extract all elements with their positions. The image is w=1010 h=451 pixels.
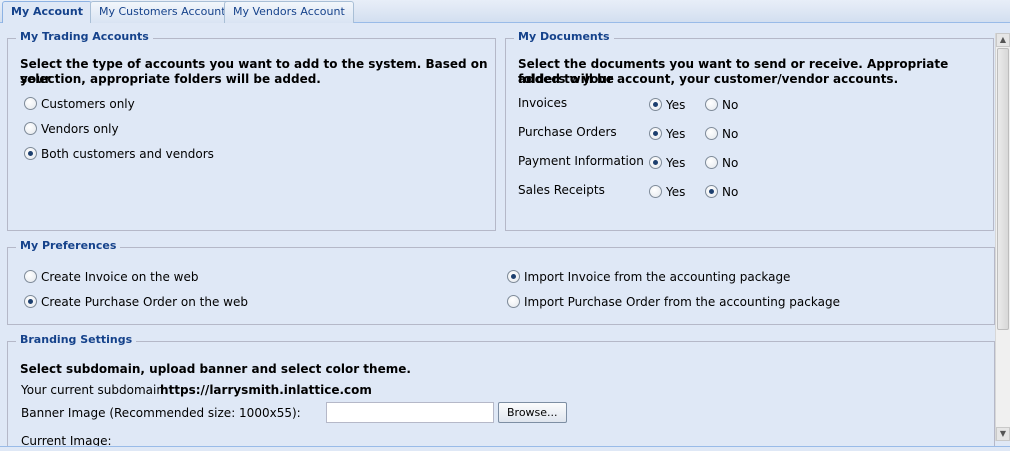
payment-information-no-radio[interactable] — [705, 156, 718, 169]
invoices-label: Invoices — [518, 96, 568, 110]
branding-desc: Select subdomain, upload banner and sele… — [20, 362, 411, 376]
invoices-no-radio[interactable] — [705, 98, 718, 111]
invoices-no-label[interactable]: No — [722, 98, 738, 112]
vendors-only-label[interactable]: Vendors only — [41, 122, 119, 136]
branding-fieldset: Branding Settings Select subdomain, uplo… — [7, 333, 995, 451]
import-invoice-label[interactable]: Import Invoice from the accounting packa… — [524, 270, 790, 284]
create-invoice-web-radio[interactable] — [24, 270, 37, 283]
sales-receipts-no-label[interactable]: No — [722, 185, 738, 199]
create-po-web-radio[interactable] — [24, 295, 37, 308]
vertical-scrollbar[interactable]: ▲ ▼ — [995, 33, 1010, 441]
tab-my-account[interactable]: My Account — [2, 1, 92, 24]
tab-my-vendors-account[interactable]: My Vendors Account — [224, 1, 354, 23]
vendors-only-radio[interactable] — [24, 122, 37, 135]
import-po-radio[interactable] — [507, 295, 520, 308]
trading-accounts-legend: My Trading Accounts — [16, 30, 153, 43]
scrollbar-thumb[interactable] — [997, 48, 1009, 330]
purchase-orders-label: Purchase Orders — [518, 125, 617, 139]
trading-accounts-fieldset: My Trading Accounts Select the type of a… — [7, 30, 496, 231]
documents-legend: My Documents — [514, 30, 614, 43]
customers-only-radio[interactable] — [24, 97, 37, 110]
payment-information-yes-label[interactable]: Yes — [666, 156, 685, 170]
both-customers-vendors-label[interactable]: Both customers and vendors — [41, 147, 214, 161]
purchase-orders-no-label[interactable]: No — [722, 127, 738, 141]
sales-receipts-label: Sales Receipts — [518, 183, 605, 197]
payment-information-no-label[interactable]: No — [722, 156, 738, 170]
subdomain-value: https://larrysmith.inlattice.com — [160, 383, 372, 397]
tab-my-customers-account[interactable]: My Customers Account — [90, 1, 235, 23]
preferences-legend: My Preferences — [16, 239, 121, 252]
sales-receipts-yes-radio[interactable] — [649, 185, 662, 198]
preferences-fieldset: My Preferences Create Invoice on the web… — [7, 239, 995, 325]
sales-receipts-no-radio[interactable] — [705, 185, 718, 198]
documents-fieldset: My Documents Select the documents you wa… — [505, 30, 994, 231]
trading-accounts-desc-2: selection, appropriate folders will be a… — [20, 72, 321, 86]
purchase-orders-no-radio[interactable] — [705, 127, 718, 140]
documents-desc-2: added to your account, your customer/ven… — [518, 72, 899, 86]
tab-bar: My Account My Customers Account My Vendo… — [0, 0, 1010, 24]
purchase-orders-yes-radio[interactable] — [649, 127, 662, 140]
create-po-web-label[interactable]: Create Purchase Order on the web — [41, 295, 248, 309]
subdomain-label: Your current subdomain: — [21, 383, 168, 397]
import-invoice-radio[interactable] — [507, 270, 520, 283]
invoices-yes-radio[interactable] — [649, 98, 662, 111]
import-po-label[interactable]: Import Purchase Order from the accountin… — [524, 295, 840, 309]
bottom-border — [0, 446, 1010, 451]
content-panel: My Trading Accounts Select the type of a… — [0, 23, 995, 451]
banner-image-label: Banner Image (Recommended size: 1000x55)… — [21, 406, 301, 420]
purchase-orders-yes-label[interactable]: Yes — [666, 127, 685, 141]
create-invoice-web-label[interactable]: Create Invoice on the web — [41, 270, 199, 284]
scroll-down-arrow-icon[interactable]: ▼ — [996, 427, 1010, 441]
branding-legend: Branding Settings — [16, 333, 137, 346]
payment-information-yes-radio[interactable] — [649, 156, 662, 169]
invoices-yes-label[interactable]: Yes — [666, 98, 685, 112]
both-customers-vendors-radio[interactable] — [24, 147, 37, 160]
browse-button[interactable]: Browse... — [498, 402, 567, 423]
payment-information-label: Payment Information — [518, 154, 644, 168]
scroll-up-arrow-icon[interactable]: ▲ — [996, 33, 1010, 47]
banner-image-input[interactable] — [326, 402, 494, 423]
customers-only-label[interactable]: Customers only — [41, 97, 135, 111]
sales-receipts-yes-label[interactable]: Yes — [666, 185, 685, 199]
